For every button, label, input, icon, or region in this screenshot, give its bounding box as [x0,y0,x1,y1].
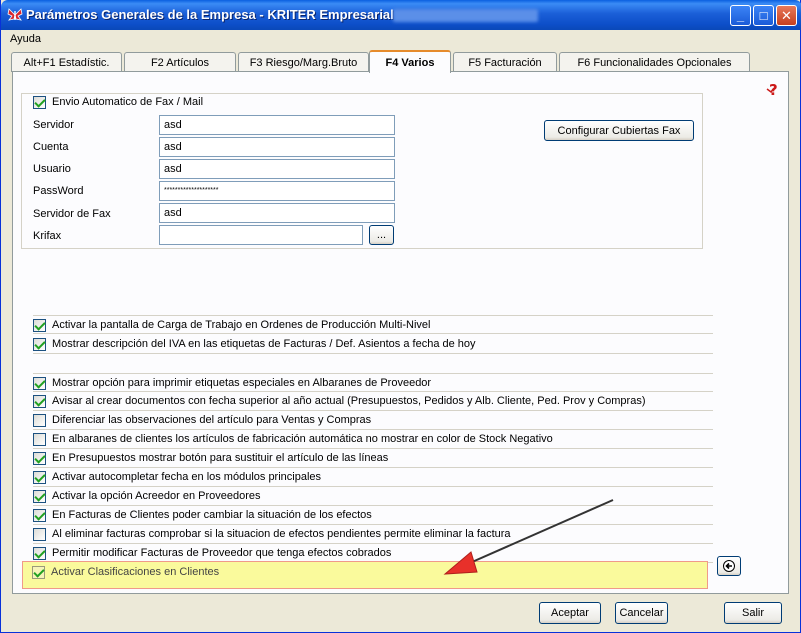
tab-funcionalidades[interactable]: F6 Funcionalidades Opcionales [559,52,750,72]
tab-estadisticas[interactable]: Alt+F1 Estadístic. [11,52,122,72]
option-checkbox[interactable] [33,338,46,351]
krifax-label: Krifax [33,230,62,242]
option-checkbox[interactable] [33,509,46,522]
option-label: Mostrar opción para imprimir etiquetas e… [52,377,432,389]
option-row[interactable]: Diferenciar las observaciones del artícu… [33,411,713,430]
close-button[interactable]: ✕ [776,5,797,26]
maximize-icon: □ [759,8,768,23]
tab-varios[interactable]: F4 Varios [369,50,451,73]
option-label: Permitir modificar Facturas de Proveedor… [52,547,392,559]
tab-articulos[interactable]: F2 Artículos [124,52,236,72]
redacted-title-area [393,9,538,22]
server-label: Servidor [33,119,74,131]
krifax-input[interactable] [159,225,363,245]
option-row[interactable]: Al eliminar facturas comprobar si la sit… [33,525,713,544]
option-checkbox[interactable] [33,452,46,465]
option-row[interactable]: Mostrar opción para imprimir etiquetas e… [33,373,713,392]
option-checkbox[interactable] [33,395,46,408]
option-checkbox[interactable] [33,433,46,446]
option-label: En Facturas de Clientes poder cambiar la… [52,509,372,521]
option-row[interactable]: Activar la pantalla de Carga de Trabajo … [33,315,713,334]
option-label: Diferenciar las observaciones del artícu… [52,414,372,426]
password-input[interactable]: ******************** [159,181,395,201]
option-label: Al eliminar facturas comprobar si la sit… [52,528,511,540]
option-label: Mostrar descripción del IVA en las etiqu… [52,338,476,350]
option-checkbox[interactable] [33,319,46,332]
option-label: Activar la pantalla de Carga de Trabajo … [52,319,431,331]
minimize-button[interactable]: _ [730,5,751,26]
option-row[interactable]: En Presupuestos mostrar botón para susti… [33,449,713,468]
tab-strip: Alt+F1 Estadístic. F2 Artículos F3 Riesg… [11,50,791,73]
user-input[interactable]: asd [159,159,395,179]
account-input[interactable]: asd [159,137,395,157]
option-checkbox[interactable] [33,547,46,560]
accept-button[interactable]: Aceptar [539,602,601,624]
option-row[interactable]: Activar autocompletar fecha en los módul… [33,468,713,487]
cancel-button[interactable]: Cancelar [615,602,668,624]
option-label: En Presupuestos mostrar botón para susti… [52,452,389,464]
account-label: Cuenta [33,141,69,153]
minimize-icon: _ [736,8,745,23]
tab-panel-varios: ? Envio Automatico de Fax / Mail Servido… [12,71,789,594]
configure-fax-covers-button[interactable]: Configurar Cubiertas Fax [544,120,694,141]
title-bar[interactable]: Parámetros Generales de la Empresa - KRI… [1,0,801,30]
krifax-browse-button[interactable]: ... [369,225,394,245]
option-checkbox[interactable] [33,490,46,503]
fax-server-label: Servidor de Fax [33,208,111,220]
option-label: Avisar al crear documentos con fecha sup… [52,395,646,407]
tab-riesgo[interactable]: F3 Riesgo/Marg.Bruto [238,52,369,72]
option-checkbox[interactable] [33,414,46,427]
user-label: Usuario [33,163,71,175]
option-label: Activar autocompletar fecha en los módul… [52,471,322,483]
option-label: Activar Clasificaciones en Clientes [51,566,220,578]
app-butterfly-icon [7,8,23,21]
password-label: PassWord [33,185,84,197]
fax-enable-label: Envio Automatico de Fax / Mail [52,96,204,108]
option-checkbox[interactable] [33,471,46,484]
main-window: Parámetros Generales de la Empresa - KRI… [0,0,801,633]
option-row[interactable]: Activar la opción Acreedor en Proveedore… [33,487,713,506]
arrow-left-icon [723,560,735,572]
option-row-highlighted[interactable]: Activar Clasificaciones en Clientes [32,563,692,582]
option-label: Activar la opción Acreedor en Proveedore… [52,490,261,502]
tab-facturacion[interactable]: F5 Facturación [453,52,557,72]
option-row[interactable]: Mostrar descripción del IVA en las etiqu… [33,335,713,354]
menu-help[interactable]: Ayuda [10,33,41,45]
menu-bar: Ayuda [4,30,799,48]
option-checkbox[interactable] [33,528,46,541]
close-icon: ✕ [781,7,792,23]
back-arrow-button[interactable] [717,556,741,576]
fax-enable-row[interactable]: Envio Automatico de Fax / Mail [33,93,713,112]
option-row[interactable]: Avisar al crear documentos con fecha sup… [33,392,713,411]
fax-enable-checkbox[interactable] [33,96,46,109]
option-row[interactable]: En Facturas de Clientes poder cambiar la… [33,506,713,525]
window-title: Parámetros Generales de la Empresa - KRI… [26,7,394,22]
option-checkbox[interactable] [33,377,46,390]
server-input[interactable]: asd [159,115,395,135]
exit-button[interactable]: Salir [724,602,782,624]
option-label: En albaranes de clientes los artículos d… [52,433,553,445]
fax-server-input[interactable]: asd [159,203,395,223]
help-icon[interactable]: ? [765,80,783,98]
option-checkbox[interactable] [32,566,45,579]
option-row[interactable]: En albaranes de clientes los artículos d… [33,430,713,449]
maximize-button[interactable]: □ [753,5,774,26]
